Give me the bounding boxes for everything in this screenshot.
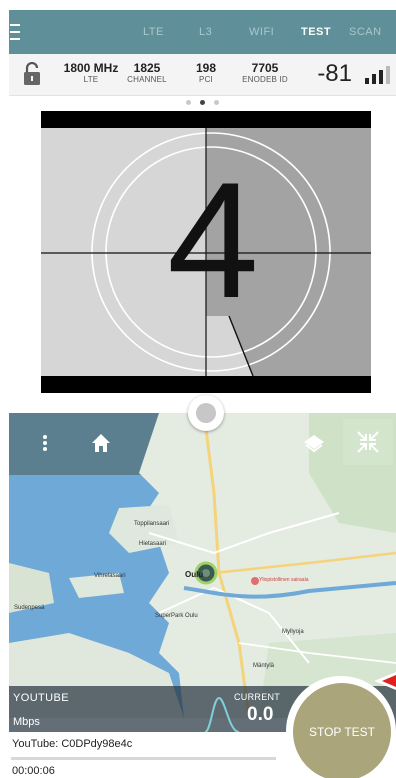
map-label: Yliopistollinen sairaala [259, 577, 309, 583]
menu-icon[interactable] [9, 22, 23, 42]
youtube-video-player[interactable]: 4 [41, 111, 371, 393]
rssi-value: -81 [317, 60, 352, 87]
pager-dot[interactable] [214, 100, 219, 105]
unlocked-padlock-icon[interactable] [21, 62, 43, 86]
tab-lte[interactable]: LTE [143, 26, 199, 38]
coverage-map[interactable]: Toppilansaari Hietasaari Vihrelasaari Su… [9, 413, 396, 718]
map-label: Mäntylä [253, 663, 275, 669]
stop-test-button[interactable]: STOP TEST [293, 683, 391, 778]
home-icon[interactable] [87, 429, 115, 457]
countdown-number: 4 [167, 148, 259, 332]
test-name: YOUTUBE [13, 692, 69, 704]
tab-list: LTE L3 WIFI TEST SCAN [143, 10, 389, 54]
unit-label: Mbps [13, 716, 40, 728]
map-label: Vihrelasaari [94, 573, 126, 579]
collapse-map-button[interactable] [343, 419, 393, 465]
test-progress-bar [11, 757, 276, 760]
pager-dot-active[interactable] [200, 100, 205, 105]
channel-value: 1825 [133, 61, 161, 75]
channel-info: 1825 CHANNEL [125, 62, 169, 85]
tab-wifi[interactable]: WIFI [249, 26, 301, 38]
pci-value: 198 [195, 61, 217, 75]
map-label: SuperPark Oulu [155, 613, 198, 619]
band-info: 1800 MHz LTE [61, 62, 121, 85]
stop-test-ring: STOP TEST [286, 676, 396, 778]
enodeb-label: ENODEB ID [242, 75, 288, 84]
signal-strength-icon [365, 66, 390, 84]
map-label: Toppilansaari [134, 521, 170, 527]
elapsed-time: 00:00:06 [12, 765, 55, 777]
current-label: CURRENT [234, 692, 281, 702]
tab-test[interactable]: TEST [301, 26, 349, 38]
pager-dot[interactable] [186, 100, 191, 105]
top-tab-bar: LTE L3 WIFI TEST SCAN [9, 10, 396, 54]
tab-scan[interactable]: SCAN [349, 26, 389, 38]
enodeb-info: 7705 ENODEB ID [237, 62, 293, 85]
more-options-icon[interactable] [31, 429, 59, 457]
map-label: Myllyoja [282, 629, 304, 635]
map-label: Sudenpesä [14, 605, 45, 611]
pager-dots [186, 100, 219, 105]
pci-label: PCI [199, 75, 213, 84]
pci-info: 198 PCI [189, 62, 223, 85]
map-label: Oulu [185, 570, 204, 579]
current-value: 0.0 [247, 704, 274, 725]
band-label: LTE [83, 75, 99, 84]
layers-icon[interactable] [300, 429, 328, 457]
band-value: 1800 MHz [63, 61, 119, 75]
enodeb-value: 7705 [251, 61, 279, 75]
channel-label: CHANNEL [127, 75, 167, 84]
cell-info-bar: 1800 MHz LTE 1825 CHANNEL 198 PCI 7705 E… [9, 54, 396, 96]
tab-l3[interactable]: L3 [199, 26, 249, 38]
map-label: Hietasaari [139, 541, 167, 547]
collapse-icon [357, 431, 379, 453]
video-id-text: YouTube: C0DPdy98e4c [12, 738, 133, 750]
red-direction-arrow-icon [374, 672, 396, 690]
panel-drag-handle[interactable] [188, 395, 224, 431]
